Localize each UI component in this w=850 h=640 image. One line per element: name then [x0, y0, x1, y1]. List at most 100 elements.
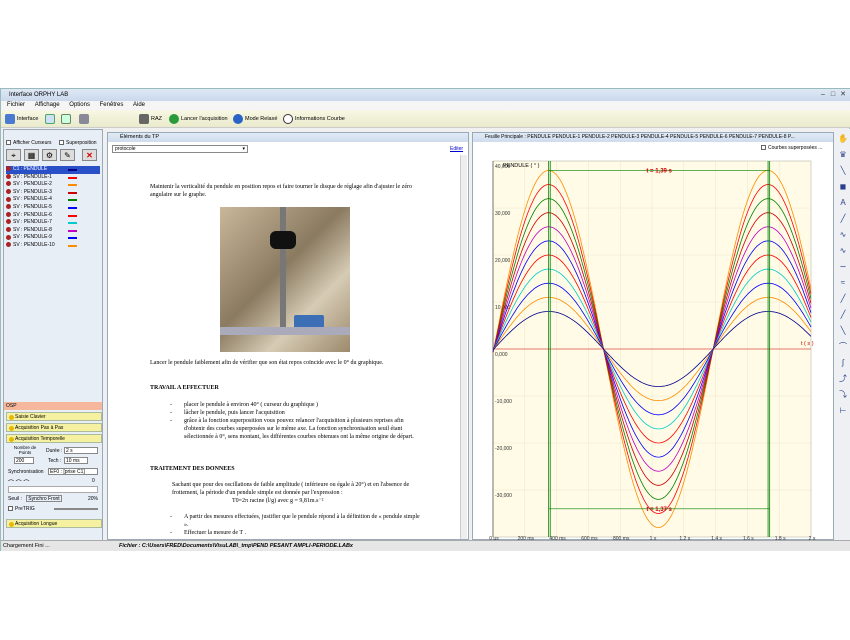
right-tool-icon[interactable]: ⤴ [837, 373, 849, 385]
photo-rail [220, 327, 350, 335]
protocole-dropdown[interactable]: protocole ▾ [112, 145, 248, 153]
menu-affichage[interactable]: Affichage [35, 102, 60, 108]
seuil-slider[interactable] [8, 486, 98, 493]
chart-panel: Feuille Principale : PENDULE PENDULE-1 P… [472, 132, 834, 541]
editer-link[interactable]: Editer [450, 146, 463, 152]
table-tool-icon[interactable]: ▦ [24, 149, 39, 161]
y-tick-label: 0,000 [495, 352, 508, 358]
curve-list-item[interactable]: SV : PENDULE-5 [6, 204, 100, 212]
curve-icon [6, 188, 11, 194]
curve-list-item[interactable]: SV : PENDULE-2 [6, 181, 100, 189]
nombre-points-input[interactable]: 200 [14, 457, 34, 464]
right-tool-icon[interactable]: ╱ [837, 293, 849, 305]
tech-input[interactable]: 10 ms [64, 457, 88, 464]
right-tool-icon[interactable]: ≈ [837, 277, 849, 289]
sync-label: Synchronisation [8, 469, 44, 475]
curve-color-swatch [68, 214, 77, 217]
right-tool-icon[interactable]: ⊢ [837, 405, 849, 417]
right-tool-icon[interactable]: ⌒ [837, 341, 849, 353]
right-tool-icon[interactable]: ⤵ [837, 389, 849, 401]
curve-list-item[interactable]: SV : PENDULE-3 [6, 189, 100, 197]
mode-relaxe-button[interactable]: Mode Relaxé [233, 112, 277, 126]
right-tool-icon[interactable]: ∿ [837, 229, 849, 241]
status-file: Fichier : C:\Users\FRED\Documents\VisuLA… [119, 543, 353, 549]
cursor-tool-icon[interactable]: ⌖ [6, 149, 21, 161]
menu-fenetres[interactable]: Fenêtres [100, 102, 124, 108]
courbes-superposees-checkbox[interactable]: Courbes superposées ... [761, 145, 822, 151]
curve-list-item[interactable]: SV : PENDULE-8 [6, 227, 100, 235]
curve-icon [6, 181, 11, 187]
menu-aide[interactable]: Aide [133, 102, 145, 108]
curve-icon [6, 211, 11, 217]
lancer-acquisition-button[interactable]: Lancer l'acquisition [169, 112, 228, 126]
minimize-icon[interactable]: – [819, 91, 827, 98]
x-axis-label: t ( s ) [801, 341, 814, 347]
right-tool-icon[interactable]: ╲ [837, 165, 849, 177]
edit-tool-icon[interactable]: ✎ [60, 149, 75, 161]
curve-label: C1 : PENDULE [13, 166, 48, 172]
curve-list-item[interactable]: SV : PENDULE-9 [6, 234, 100, 242]
superposition-checkbox[interactable]: Superposition [59, 140, 97, 146]
right-tool-icon[interactable]: ∼ [837, 261, 849, 273]
magnifier-icon [283, 113, 293, 124]
book-button[interactable] [45, 112, 57, 126]
y-tick-label: -10,000 [495, 399, 512, 405]
curve-color-swatch [68, 184, 77, 187]
checkbox-box [6, 140, 11, 146]
right-tool-icon[interactable]: ╱ [837, 309, 849, 321]
duree-select[interactable]: 2 s [64, 447, 98, 454]
right-tool-icon[interactable]: ╱ [837, 213, 849, 225]
maximize-icon[interactable]: □ [829, 91, 837, 98]
nombre-points-label: Nombre de Points [13, 445, 37, 455]
section-acquisition-pas-a-pas[interactable]: Acquisition Pas à Pas [6, 423, 102, 432]
curve-list-item[interactable]: SV : PENDULE-1 [6, 174, 100, 182]
play-icon [169, 113, 179, 124]
close-icon[interactable]: ✕ [839, 91, 847, 98]
menu-bar: Fichier Affichage Options Fenêtres Aide [1, 101, 850, 110]
informations-courbe-button[interactable]: Informations Courbe [283, 112, 345, 126]
stamp-icon [79, 113, 89, 124]
stamp-button[interactable] [79, 112, 91, 126]
afficher-curseurs-checkbox[interactable]: Afficher Curseurs [6, 140, 52, 146]
doc-scrollbar[interactable] [460, 155, 467, 539]
interface-button[interactable]: Interface [5, 112, 38, 126]
curve-list-item[interactable]: SV : PENDULE-6 [6, 212, 100, 220]
curve-icon [6, 242, 11, 248]
title-bar: Interface ORPHY LAB – □ ✕ [1, 89, 850, 101]
delete-icon[interactable]: ✕ [82, 149, 97, 161]
pendulum-chart[interactable]: 40,00030,00020,00010,0000,000-10,000-20,… [473, 153, 833, 541]
menu-fichier[interactable]: Fichier [7, 102, 25, 108]
curve-list-item[interactable]: SV : PENDULE-4 [6, 196, 100, 204]
synchro-front-button[interactable]: Synchro Front [26, 495, 62, 502]
right-tool-icon[interactable]: ∫ [837, 357, 849, 369]
curve-list-item[interactable]: C1 : PENDULE [6, 166, 100, 174]
percent-value: 20% [88, 496, 99, 502]
curve-color-swatch [68, 169, 77, 171]
sync-select[interactable]: EF0 : [prise C1] [48, 468, 98, 475]
duree-label: Durée : [46, 448, 63, 454]
doc-paragraph-5: Effectuer la mesure de T . [184, 530, 246, 536]
curve-list-item[interactable]: SV : PENDULE-7 [6, 219, 100, 227]
settings-tool-icon[interactable]: ⚙ [42, 149, 57, 161]
right-tool-icon[interactable]: ╲ [837, 325, 849, 337]
grid-button[interactable] [61, 112, 73, 126]
doc-bullet-1: placer le pendule à environ 40° ( curseu… [184, 402, 319, 408]
doc-paragraph-4: A partir des mesures effectuées, justifi… [184, 514, 420, 528]
checkbox-box [761, 145, 766, 151]
right-tool-icon[interactable]: ◼ [837, 181, 849, 193]
section-acquisition-temporelle[interactable]: Acquisition Temporelle [6, 434, 102, 443]
section-acquisition-longue[interactable]: Acquisition Longue [6, 519, 102, 528]
menu-options[interactable]: Options [69, 102, 90, 108]
right-tool-icon[interactable]: ✋ [837, 133, 849, 145]
right-tool-icon[interactable]: A [837, 197, 849, 209]
right-tool-icon[interactable]: ∿ [837, 245, 849, 257]
curve-list-item[interactable]: SV : PENDULE-10 [6, 242, 100, 250]
chart-title-bar: Feuille Principale : PENDULE PENDULE-1 P… [473, 133, 833, 142]
period-annotation: t = 1,39 s [646, 168, 672, 174]
right-tool-icon[interactable]: ♛ [837, 149, 849, 161]
section-saisie-clavier[interactable]: Saisie Clavier [6, 412, 102, 421]
pretrig-checkbox[interactable]: PreTRIG [8, 506, 35, 512]
pretrig-slider[interactable] [54, 508, 98, 510]
tech-label: Tech : [48, 458, 62, 464]
raz-button[interactable]: RAZ [139, 112, 162, 126]
